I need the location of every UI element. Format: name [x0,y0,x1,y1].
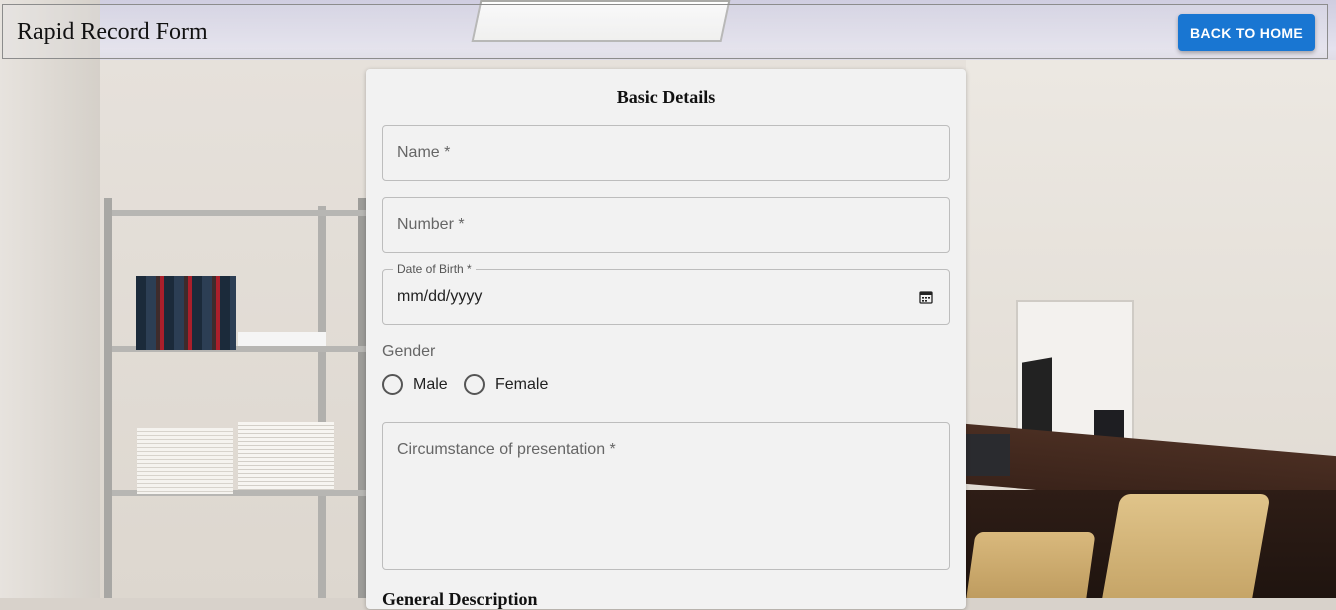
keyboard [966,434,1010,476]
number-field [382,197,950,253]
gender-label: Gender [382,343,436,360]
form-card: Basic Details Date of Birth * mm/dd/yyyy… [366,69,966,609]
paper-stack [137,428,233,494]
name-field [382,125,950,181]
radio-label-male: Male [413,375,448,393]
app-title: Rapid Record Form [17,19,208,45]
radio-male[interactable] [382,374,403,395]
books [136,276,236,350]
gender-option-female[interactable]: Female [464,374,548,395]
calendar-icon[interactable] [919,290,933,304]
app-header: Rapid Record Form BACK TO HOME [2,4,1328,59]
date-of-birth-label: Date of Birth * [393,262,476,276]
gender-option-male[interactable]: Male [382,374,448,395]
bookshelf-frame [104,198,366,598]
section-title-general-description: General Description [382,589,538,609]
book-label [238,332,326,346]
name-input[interactable] [383,126,949,180]
left-wall [0,0,100,598]
chair [964,532,1096,598]
circumstance-field [382,422,950,570]
date-of-birth-value[interactable]: mm/dd/yyyy [397,288,482,306]
date-of-birth-field[interactable]: Date of Birth * mm/dd/yyyy [382,262,950,325]
number-input[interactable] [383,198,949,252]
shelf-board [112,210,366,216]
radio-female[interactable] [464,374,485,395]
paper-stack [238,422,334,490]
chair [1099,494,1271,598]
section-title-basic-details: Basic Details [616,87,716,107]
radio-label-female: Female [495,375,549,393]
bookshelf-post [318,206,326,598]
circumstance-textarea[interactable] [383,423,949,569]
back-to-home-button[interactable]: BACK TO HOME [1178,14,1315,51]
